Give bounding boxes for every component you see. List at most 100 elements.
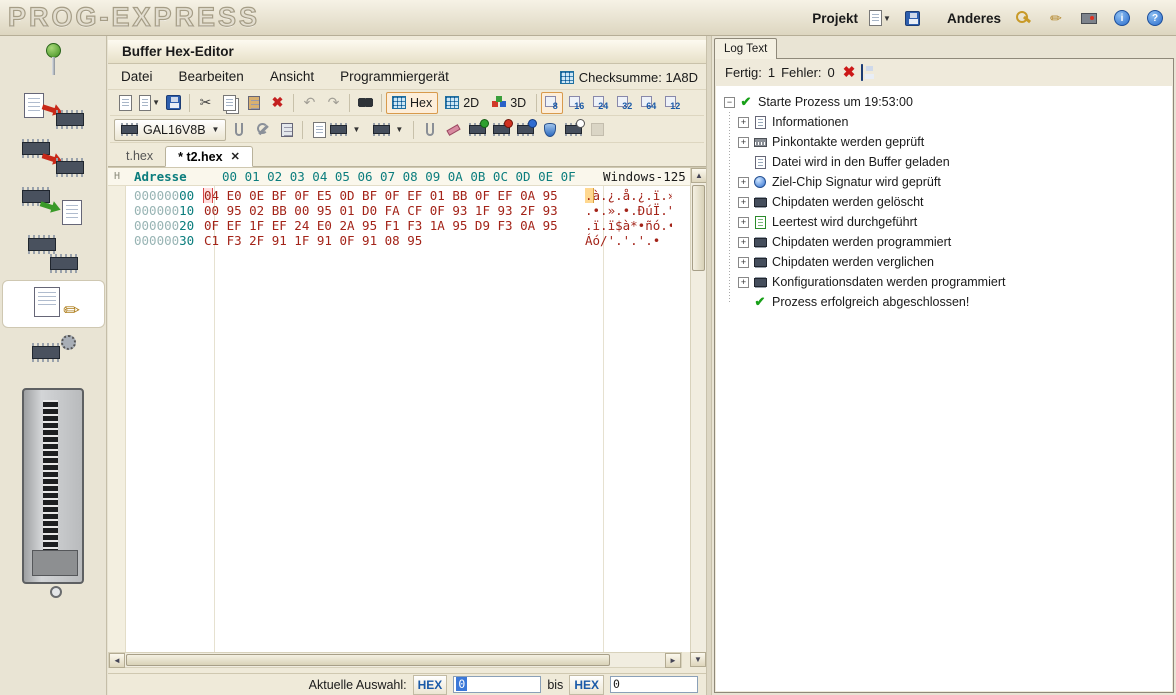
sidebar-button-pin-test[interactable] (7, 40, 99, 84)
hex-rows: 0000000004 E0 0E BF 0F E5 0D BF 0F EF 01… (108, 188, 690, 652)
vertical-scroll-thumb[interactable] (692, 185, 705, 271)
log-item[interactable]: +Pinkontakte werden geprüft (738, 132, 1172, 152)
verify-chip-button[interactable] (514, 119, 537, 141)
log-item[interactable]: −✔Starte Prozess um 19:53:00 (724, 92, 1172, 112)
new-project-button[interactable]: ▼ (867, 5, 893, 31)
bit-view-button-16[interactable]: 16 (565, 92, 587, 114)
redo-button[interactable]: ↷ (322, 92, 345, 114)
copy-button[interactable] (218, 92, 241, 114)
cut-button[interactable]: ✂ (194, 92, 217, 114)
bit-view-button-8[interactable]: 8 (541, 92, 563, 114)
calculator-button[interactable] (275, 119, 298, 141)
check-icon: ✔ (738, 95, 754, 110)
tree-expander-icon[interactable]: + (738, 117, 749, 128)
separator (381, 94, 382, 112)
tree-expander-icon[interactable]: − (724, 97, 735, 108)
selection-from-input[interactable]: 0 (453, 676, 541, 693)
close-icon[interactable]: ✕ (231, 150, 240, 163)
log-item[interactable]: + Konfigurationsdaten werden programmiert (738, 272, 1172, 292)
save-log-button[interactable] (861, 65, 863, 80)
tab-t2-hex[interactable]: * t2.hex ✕ (165, 146, 253, 167)
tools-button[interactable] (251, 119, 274, 141)
undo-button[interactable]: ↶ (298, 92, 321, 114)
help-button[interactable]: ? (1142, 5, 1168, 31)
hex-format-button-from[interactable]: HEX (413, 675, 448, 695)
edit-button[interactable]: ✏ (1043, 5, 1069, 31)
horizontal-scrollbar[interactable]: ◄ ► (108, 652, 682, 668)
attach-button[interactable] (227, 119, 250, 141)
scroll-left-button[interactable]: ◄ (109, 653, 125, 668)
program-chip-button[interactable] (490, 119, 513, 141)
delete-button[interactable]: ✖ (266, 92, 289, 114)
log-item[interactable]: +Leertest wird durchgeführt (738, 212, 1172, 232)
horizontal-scroll-thumb[interactable] (126, 654, 610, 666)
log-item-label: Konfigurationsdaten werden programmiert (772, 275, 1005, 289)
device-test-button[interactable] (1076, 5, 1102, 31)
hex-row[interactable]: 000000200F EF 1F EF 24 E0 2A 95 F1 F3 1A… (108, 218, 690, 233)
load-to-chip-button[interactable]: ▼ (307, 119, 366, 141)
info-button[interactable]: i (1109, 5, 1135, 31)
scroll-up-button[interactable]: ▲ (691, 168, 707, 183)
tree-expander-icon[interactable]: + (738, 177, 749, 188)
sidebar-button-chip-tools[interactable] (7, 332, 99, 376)
menu-programmiergerät[interactable]: Programmiergerät (327, 66, 462, 87)
log-item[interactable]: +Ziel-Chip Signatur wird geprüft (738, 172, 1172, 192)
scroll-right-button[interactable]: ► (665, 653, 681, 668)
view-3d-button[interactable]: 3D (486, 92, 532, 114)
view-2d-button[interactable]: 2D (439, 92, 485, 114)
log-item[interactable]: +Chipdaten werden verglichen (738, 252, 1172, 272)
pin-check-button[interactable] (418, 119, 441, 141)
paste-button[interactable] (242, 92, 265, 114)
vertical-scrollbar[interactable]: ▲ (690, 168, 706, 652)
tree-expander-icon[interactable]: + (738, 137, 749, 148)
tree-expander-icon[interactable]: + (738, 217, 749, 228)
tree-expander-icon[interactable]: + (738, 257, 749, 268)
sidebar-button-copy-chip[interactable] (7, 136, 99, 180)
tab-log-text[interactable]: Log Text (714, 38, 777, 59)
read-from-chip-button[interactable]: ▼ (367, 119, 409, 141)
separator (536, 94, 537, 112)
log-item[interactable]: +Chipdaten werden programmiert (738, 232, 1172, 252)
save-file-button[interactable] (162, 92, 185, 114)
menu-ansicht[interactable]: Ansicht (257, 66, 327, 87)
log-item[interactable]: +Chipdaten werden gelöscht (738, 192, 1172, 212)
tab-t-hex[interactable]: t.hex (114, 145, 165, 166)
sidebar-button-buffer-editor[interactable]: ✏ (2, 280, 105, 328)
sidebar-button-program-chip[interactable] (7, 88, 99, 132)
open-file-button[interactable]: ▼ (138, 92, 161, 114)
stop-button[interactable] (586, 119, 609, 141)
log-item[interactable]: ✔Prozess erfolgreich abgeschlossen! (738, 292, 1172, 312)
tree-expander-icon[interactable]: + (738, 197, 749, 208)
hex-row[interactable]: 0000001000 95 02 BB 00 95 01 D0 FA CF 0F… (108, 203, 690, 218)
hex-row[interactable]: 0000000004 E0 0E BF 0F E5 0D BF 0F EF 01… (108, 188, 690, 203)
new-file-button[interactable] (114, 92, 137, 114)
search-button[interactable] (354, 92, 377, 114)
clear-log-button[interactable]: ✖ (843, 63, 856, 81)
selection-to-input[interactable]: 0 (610, 676, 698, 693)
bit-view-button-12[interactable]: 12 (661, 92, 683, 114)
scroll-down-button[interactable]: ▼ (690, 652, 706, 667)
blank-check-button[interactable] (466, 119, 489, 141)
sidebar-button-compare-chips[interactable] (7, 232, 99, 276)
sidebar-button-read-chip[interactable] (7, 184, 99, 228)
view-hex-button[interactable]: Hex (386, 92, 438, 114)
keys-button[interactable] (1010, 5, 1036, 31)
log-item[interactable]: +Informationen (738, 112, 1172, 132)
protect-chip-button[interactable] (538, 119, 561, 141)
log-item[interactable]: Datei wird in den Buffer geladen (738, 152, 1172, 172)
save-project-button[interactable] (900, 5, 926, 31)
erase-chip-button[interactable] (442, 119, 465, 141)
tree-expander-icon[interactable]: + (738, 237, 749, 248)
device-selector[interactable]: GAL16V8B ▼ (114, 119, 226, 141)
hex-viewport[interactable]: H Adresse 00 01 02 03 04 05 06 07 08 09 … (108, 167, 706, 652)
inspect-chip-button[interactable] (562, 119, 585, 141)
menu-datei[interactable]: Datei (108, 66, 166, 87)
hex-row[interactable]: 00000030C1 F3 2F 91 1F 91 0F 91 08 95Áó/… (108, 233, 690, 248)
tree-expander-icon[interactable]: + (738, 277, 749, 288)
toolbar-device: GAL16V8B ▼ ▼ ▼ (110, 117, 704, 143)
menu-bearbeiten[interactable]: Bearbeiten (166, 66, 257, 87)
bit-view-button-32[interactable]: 32 (613, 92, 635, 114)
hex-format-button-to[interactable]: HEX (569, 675, 604, 695)
bit-view-button-24[interactable]: 24 (589, 92, 611, 114)
bit-view-button-64[interactable]: 64 (637, 92, 659, 114)
